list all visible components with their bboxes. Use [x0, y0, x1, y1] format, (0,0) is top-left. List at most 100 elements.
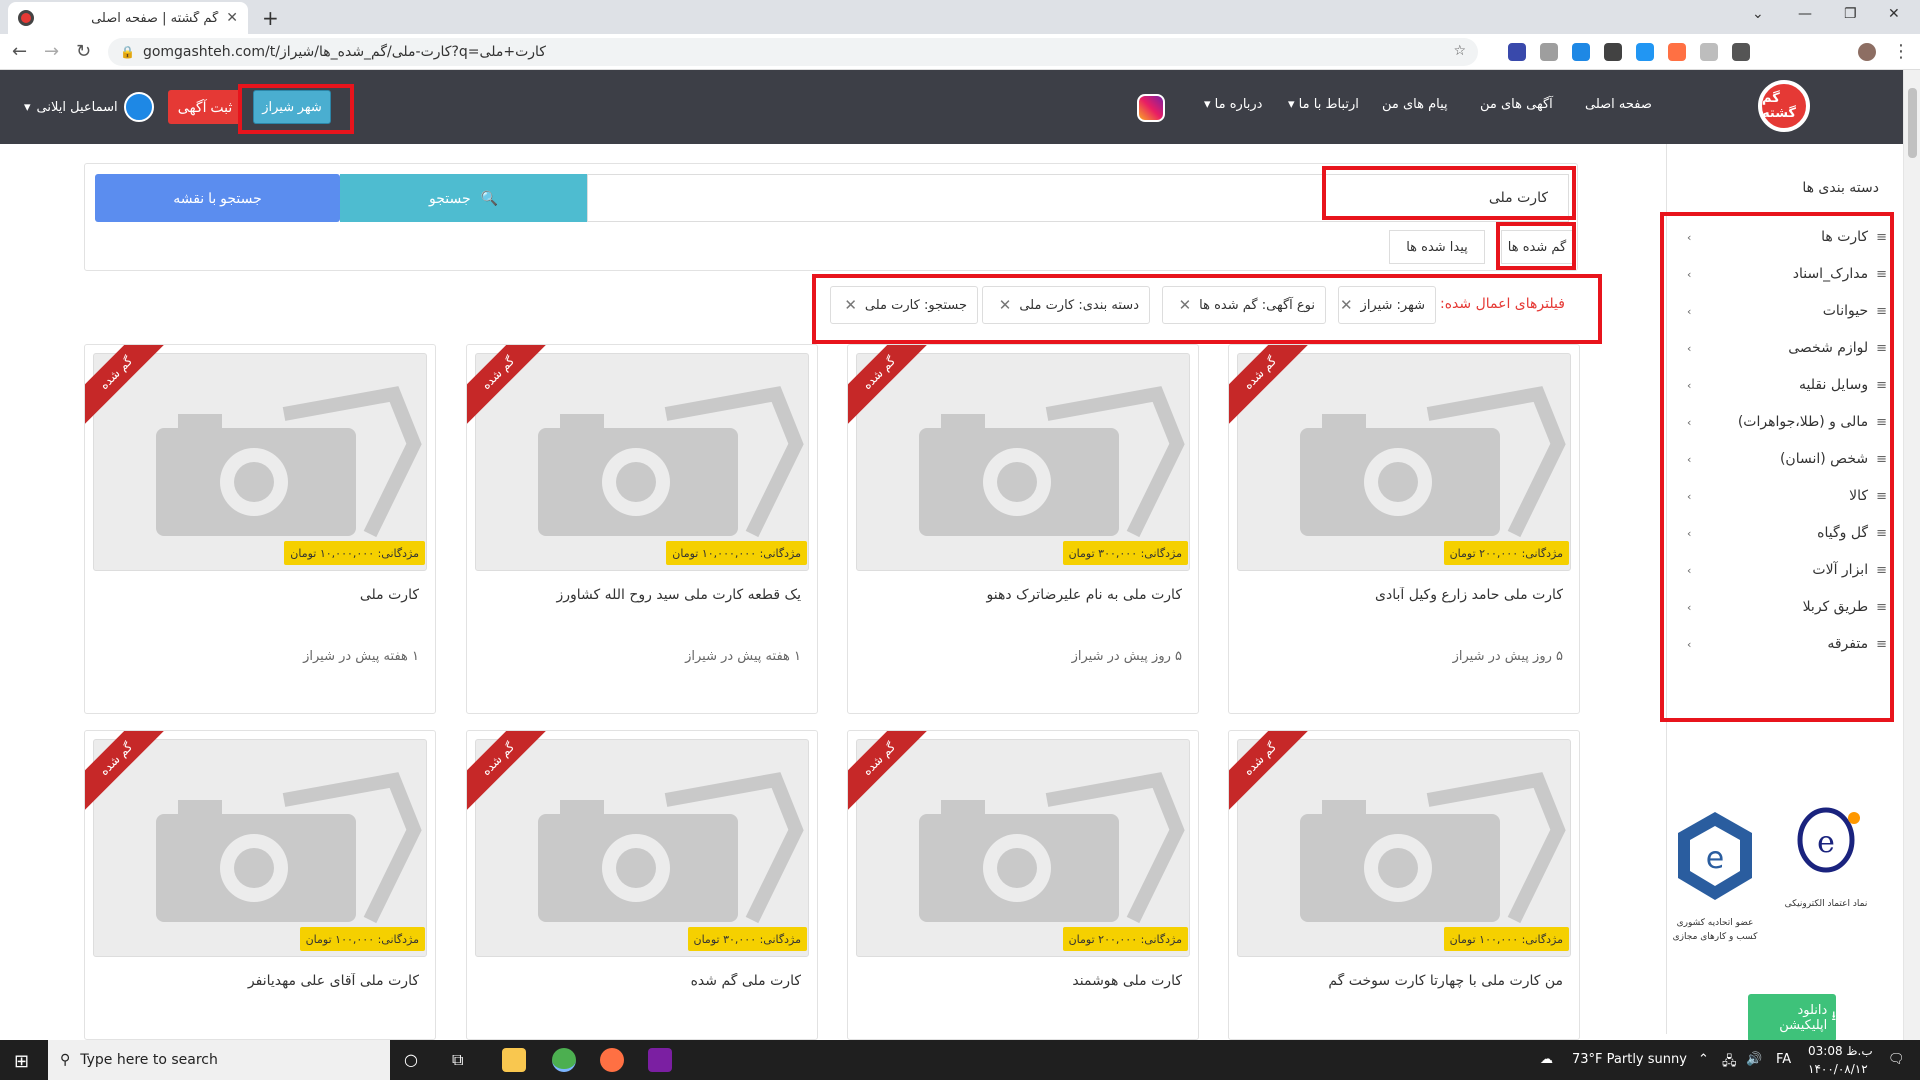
- ad-card[interactable]: گم شده مژدگانی: ۱۰۰,۰۰۰ تومان کارت ملی آ…: [84, 730, 436, 1040]
- search-button[interactable]: 🔍 جستجو: [340, 174, 587, 222]
- tab-found[interactable]: پیدا شده ها: [1389, 230, 1485, 264]
- placeholder-image: [93, 739, 427, 957]
- ad-meta: ۵ روز پیش در شیراز: [1071, 649, 1182, 664]
- ad-title[interactable]: کارت ملی: [99, 587, 419, 603]
- ad-title[interactable]: من کارت ملی با چهارتا کارت سوخت گم: [1243, 973, 1563, 989]
- page-scrollbar[interactable]: [1903, 70, 1920, 1040]
- firefox-icon[interactable]: [600, 1048, 624, 1072]
- ad-title[interactable]: کارت ملی حامد زارع وکیل آبادی: [1243, 587, 1563, 603]
- forward-icon[interactable]: →: [44, 41, 59, 62]
- enamad-badge[interactable]: e نماد اعتماد الکترونیکی: [1776, 804, 1876, 944]
- lock-icon: 🔒: [120, 45, 135, 59]
- new-tab-icon[interactable]: +: [262, 6, 279, 30]
- profile-avatar-icon[interactable]: [1858, 43, 1876, 61]
- nav-about-label: درباره ما: [1214, 97, 1263, 112]
- clock-date[interactable]: ۱۴۰۰/۰۸/۱۲: [1808, 1062, 1868, 1076]
- windows-taskbar: ⊞ ⚲ Type here to search ○ ⧉ ☁ 73°F Partl…: [0, 1040, 1920, 1080]
- input-language[interactable]: FA: [1776, 1052, 1791, 1067]
- sidebar-title: دسته بندی ها: [1802, 180, 1879, 196]
- network-icon[interactable]: 🖧: [1722, 1052, 1737, 1074]
- nav-home[interactable]: صفحه اصلی: [1585, 97, 1652, 112]
- extension-icon[interactable]: [1572, 43, 1590, 61]
- task-view-icon[interactable]: ⧉: [452, 1050, 463, 1070]
- svg-text:e: e: [1817, 825, 1835, 860]
- extension-icon[interactable]: [1700, 43, 1718, 61]
- reload-icon[interactable]: ↻: [76, 41, 91, 62]
- reward-badge: مژدگانی: ۲۰۰,۰۰۰ تومان: [1062, 927, 1188, 951]
- ad-meta: ۱ هفته پیش در شیراز: [685, 649, 801, 664]
- ad-card[interactable]: گم شده مژدگانی: ۱۰,۰۰۰,۰۰۰ تومان کارت مل…: [84, 344, 436, 714]
- map-search-button[interactable]: جستجو با نقشه: [95, 174, 340, 222]
- nav-my-messages[interactable]: پیام های من: [1382, 97, 1448, 112]
- instagram-icon[interactable]: [1137, 94, 1165, 122]
- tab-search-icon[interactable]: ⌄: [1752, 6, 1764, 22]
- cortana-icon[interactable]: ○: [404, 1050, 418, 1069]
- close-window-icon[interactable]: ✕: [1888, 6, 1900, 22]
- address-bar-row: ← → ↻ 🔒 gomgashteh.com/t/کارت-ملی/گم_شده…: [0, 34, 1920, 70]
- user-menu[interactable]: اسماعیل ایلانی ▾: [24, 92, 154, 122]
- user-name: اسماعیل ایلانی: [36, 99, 118, 115]
- placeholder-image: [1237, 353, 1571, 571]
- ad-title[interactable]: کارت ملی آقای علی مهدیانفر: [99, 973, 419, 989]
- maximize-icon[interactable]: ❐: [1844, 6, 1857, 22]
- volume-icon[interactable]: 🔊: [1746, 1052, 1762, 1067]
- annotation-box-search: [1322, 166, 1576, 220]
- tab-close-icon[interactable]: ✕: [226, 10, 238, 26]
- extension-icon[interactable]: [1668, 43, 1686, 61]
- site-logo[interactable]: گم گشته: [1758, 80, 1810, 132]
- nav-contact-label: ارتباط با ما: [1298, 97, 1359, 112]
- tab-title: گم گشته | صفحه اصلی: [91, 10, 219, 26]
- omnibox[interactable]: 🔒 gomgashteh.com/t/کارت-ملی/گم_شده_ها/شی…: [108, 38, 1478, 66]
- weather-text[interactable]: 73°F Partly sunny: [1572, 1052, 1687, 1067]
- nav-my-ads[interactable]: آگهی های من: [1480, 97, 1553, 112]
- reward-badge: مژدگانی: ۱۰,۰۰۰,۰۰۰ تومان: [666, 541, 807, 565]
- windows-start-icon[interactable]: ⊞: [14, 1051, 29, 1072]
- svg-text:e: e: [1706, 841, 1724, 876]
- tray-chevron-up-icon[interactable]: ⌃: [1698, 1052, 1709, 1067]
- taskbar-search[interactable]: ⚲ Type here to search: [48, 1040, 390, 1080]
- notifications-icon[interactable]: 🗨: [1888, 1052, 1905, 1067]
- placeholder-image: [856, 739, 1190, 957]
- back-icon[interactable]: ←: [12, 41, 27, 62]
- browser-tab[interactable]: گم گشته | صفحه اصلی ✕: [8, 2, 248, 34]
- user-avatar-icon: [123, 92, 154, 122]
- file-explorer-icon[interactable]: [502, 1048, 526, 1072]
- union-membership-badge[interactable]: e عضو اتحادیه کشوری کسب و کارهای مجازی: [1672, 808, 1758, 948]
- ad-card[interactable]: گم شده مژدگانی: ۲۰۰,۰۰۰ تومان کارت ملی ح…: [1228, 344, 1580, 714]
- search-button-label: جستجو: [428, 189, 471, 206]
- download-label: دانلود اپلیکیشن: [1779, 1003, 1828, 1033]
- camera-icon: [1300, 772, 1566, 924]
- ad-card[interactable]: گم شده مژدگانی: ۳۰,۰۰۰ تومان کارت ملی گم…: [466, 730, 818, 1040]
- camera-icon: [919, 386, 1185, 538]
- ad-card[interactable]: گم شده مژدگانی: ۳۰۰,۰۰۰ تومان کارت ملی ب…: [847, 344, 1199, 714]
- extension-icon[interactable]: [1604, 43, 1622, 61]
- taskbar-search-placeholder: Type here to search: [80, 1052, 218, 1068]
- browser-menu-icon[interactable]: ⋮: [1892, 41, 1910, 62]
- download-app-button[interactable]: ⭳ دانلود اپلیکیشن: [1748, 994, 1836, 1042]
- clock-time[interactable]: 03:08 ب.ظ: [1808, 1044, 1873, 1058]
- nav-contact[interactable]: ارتباط با ما ▾: [1288, 97, 1359, 112]
- extension-icon[interactable]: [1540, 43, 1558, 61]
- bookmark-star-icon[interactable]: ☆: [1453, 43, 1466, 59]
- ad-title[interactable]: یک قطعه کارت ملی سید روح الله کشاورز: [481, 587, 801, 603]
- search-icon: ⚲: [60, 1052, 71, 1068]
- translate-extension-icon[interactable]: [1636, 43, 1654, 61]
- post-ad-button[interactable]: ثبت آگهی: [168, 90, 242, 124]
- phpstorm-icon[interactable]: [648, 1048, 672, 1072]
- nav-about[interactable]: درباره ما ▾: [1204, 97, 1262, 112]
- scrollbar-thumb[interactable]: [1908, 88, 1917, 158]
- extensions-puzzle-icon[interactable]: [1732, 43, 1750, 61]
- weather-icon[interactable]: ☁: [1540, 1052, 1553, 1067]
- ad-card[interactable]: گم شده مژدگانی: ۱۰۰,۰۰۰ تومان من کارت مل…: [1228, 730, 1580, 1040]
- ad-title[interactable]: کارت ملی هوشمند: [862, 973, 1182, 989]
- chrome-icon[interactable]: [552, 1048, 576, 1072]
- ad-meta: ۱ هفته پیش در شیراز: [303, 649, 419, 664]
- ad-card[interactable]: گم شده مژدگانی: ۱۰,۰۰۰,۰۰۰ تومان یک قطعه…: [466, 344, 818, 714]
- placeholder-image: [475, 353, 809, 571]
- ad-title[interactable]: کارت ملی گم شده: [481, 973, 801, 989]
- ad-card[interactable]: گم شده مژدگانی: ۲۰۰,۰۰۰ تومان کارت ملی ه…: [847, 730, 1199, 1040]
- ad-title[interactable]: کارت ملی به نام علیرضاترک دهنو: [862, 587, 1182, 603]
- reward-badge: مژدگانی: ۳۰۰,۰۰۰ تومان: [1062, 541, 1188, 565]
- minimize-icon[interactable]: —: [1798, 6, 1812, 22]
- extension-icon[interactable]: [1508, 43, 1526, 61]
